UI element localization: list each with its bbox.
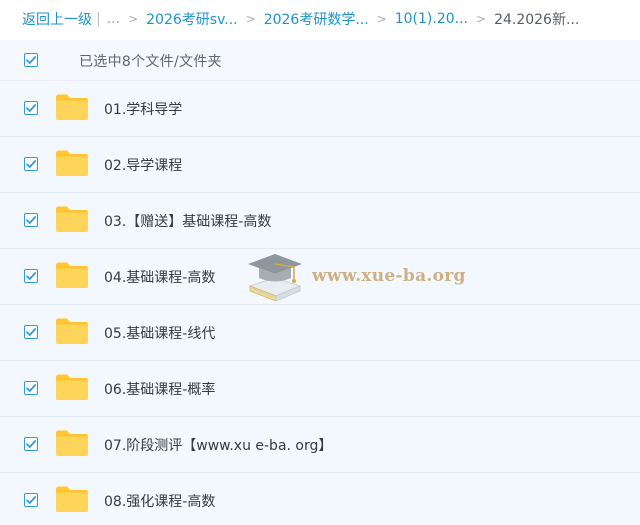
row-checkbox[interactable] (24, 157, 38, 171)
checkmark-icon (26, 56, 37, 64)
chevron-right-icon: > (476, 12, 487, 26)
file-name[interactable]: 07.阶段测评【www.xu e-ba. org】 (104, 435, 332, 455)
checkmark-icon (26, 384, 37, 392)
breadcrumb-item[interactable]: 10(1).20... (395, 11, 468, 27)
selection-summary: 已选中8个文件/文件夹 (79, 54, 222, 70)
folder-icon (56, 486, 88, 512)
file-name[interactable]: 02.导学课程 (104, 155, 182, 175)
row-checkbox[interactable] (24, 101, 38, 115)
file-row[interactable]: 03.【赠送】基础课程-高数 (0, 193, 640, 249)
breadcrumb-divider: | (96, 11, 101, 27)
checkmark-icon (26, 440, 37, 448)
checkmark-icon (26, 496, 37, 504)
checkmark-icon (26, 160, 37, 168)
file-name[interactable]: 03.【赠送】基础课程-高数 (104, 211, 271, 231)
file-name[interactable]: 04.基础课程-高数 (104, 267, 215, 287)
row-checkbox[interactable] (24, 269, 38, 283)
breadcrumb-ellipsis[interactable]: ... (107, 11, 120, 27)
folder-icon (56, 94, 88, 120)
checkmark-icon (26, 328, 37, 336)
checkmark-icon (26, 104, 37, 112)
file-row[interactable]: 06.基础课程-概率 (0, 361, 640, 417)
select-all-checkbox[interactable] (24, 53, 38, 67)
file-name[interactable]: 06.基础课程-概率 (104, 379, 215, 399)
file-name[interactable]: 01.学科导学 (104, 99, 182, 119)
row-checkbox[interactable] (24, 493, 38, 507)
folder-icon (56, 374, 88, 400)
file-row[interactable]: 07.阶段测评【www.xu e-ba. org】 (0, 417, 640, 473)
file-row[interactable]: 05.基础课程-线代 (0, 305, 640, 361)
folder-icon (56, 430, 88, 456)
checkmark-icon (26, 216, 37, 224)
folder-icon (56, 206, 88, 232)
row-checkbox[interactable] (24, 381, 38, 395)
file-row[interactable]: 04.基础课程-高数 (0, 249, 640, 305)
breadcrumb: 返回上一级 | ... > 2026考研sv... > 2026考研数学... … (0, 0, 640, 38)
file-row[interactable]: 01.学科导学 (0, 81, 640, 137)
row-checkbox[interactable] (24, 325, 38, 339)
breadcrumb-item[interactable]: 2026考研sv... (146, 9, 237, 29)
file-row[interactable]: 08.强化课程-高数 (0, 473, 640, 525)
folder-icon (56, 262, 88, 288)
file-row[interactable]: 02.导学课程 (0, 137, 640, 193)
file-name[interactable]: 05.基础课程-线代 (104, 323, 215, 343)
selection-header: 已选中8个文件/文件夹 (0, 40, 640, 81)
chevron-right-icon: > (376, 12, 387, 26)
file-name[interactable]: 08.强化课程-高数 (104, 491, 215, 511)
checkmark-icon (26, 272, 37, 280)
chevron-right-icon: > (245, 12, 256, 26)
folder-icon (56, 150, 88, 176)
row-checkbox[interactable] (24, 213, 38, 227)
back-link[interactable]: 返回上一级 (22, 9, 92, 29)
folder-icon (56, 318, 88, 344)
breadcrumb-item[interactable]: 2026考研数学... (264, 9, 369, 29)
file-list: 01.学科导学 02.导学课程 03.【赠送】基础课程-高数 04.基础课程-高数 05… (0, 81, 640, 525)
row-checkbox[interactable] (24, 437, 38, 451)
breadcrumb-current: 24.2026新... (494, 12, 580, 28)
file-browser: 返回上一级 | ... > 2026考研sv... > 2026考研数学... … (0, 0, 640, 525)
chevron-right-icon: > (128, 12, 139, 26)
